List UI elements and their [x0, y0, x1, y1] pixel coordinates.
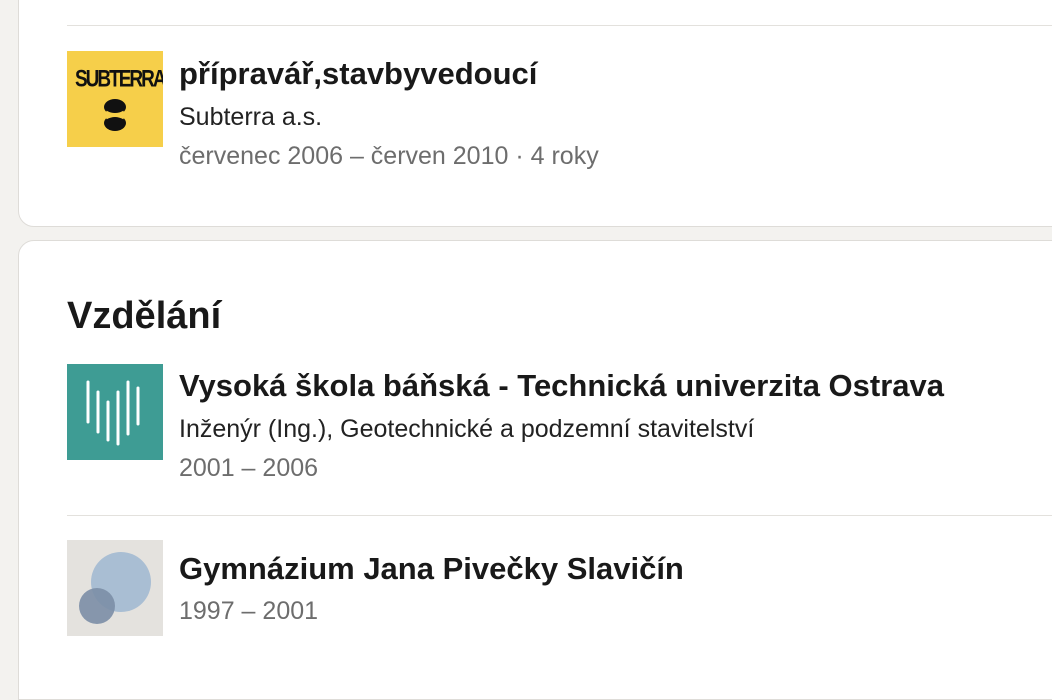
divider [67, 515, 1052, 516]
vsb-bars-icon [86, 380, 140, 446]
divider [67, 25, 1052, 26]
section-title: Vzdělání [67, 295, 222, 337]
experience-item-text: přípravář,stavbyvedoucí Subterra a.s. če… [179, 51, 599, 175]
subterra-emblem-icon [104, 99, 126, 131]
placeholder-circles-icon [79, 552, 151, 624]
vsb-logo-icon[interactable] [67, 364, 163, 460]
school-name[interactable]: Vysoká škola báňská - Technická univerzi… [179, 366, 944, 406]
education-item-text: Vysoká škola báňská - Technická univerzi… [179, 364, 944, 487]
subterra-logo-icon[interactable]: SUBTERRA [67, 51, 163, 147]
school-name[interactable]: Gymnázium Jana Pivečky Slavičín [179, 549, 684, 589]
company-name[interactable]: Subterra a.s. [179, 97, 599, 137]
subterra-logo-text: SUBTERRA [75, 66, 163, 93]
education-dates: 1997 – 2001 [179, 597, 319, 625]
education-dates: 2001 – 2006 [179, 454, 319, 482]
education-section: Vzdělání Vysoká škola báňská - Technická… [18, 240, 1052, 700]
job-dates: červenec 2006 – červen 2010 · 4 roky [179, 142, 599, 170]
job-title[interactable]: přípravář,stavbyvedoucí [179, 54, 599, 94]
degree: Inženýr (Ing.), Geotechnické a podzemní … [179, 415, 755, 443]
education-item-text: Gymnázium Jana Pivečky Slavičín 1997 – 2… [179, 540, 684, 630]
experience-section: SUBTERRA přípravář,stavbyvedoucí Subterr… [18, 0, 1052, 227]
school-placeholder-icon[interactable] [67, 540, 163, 636]
